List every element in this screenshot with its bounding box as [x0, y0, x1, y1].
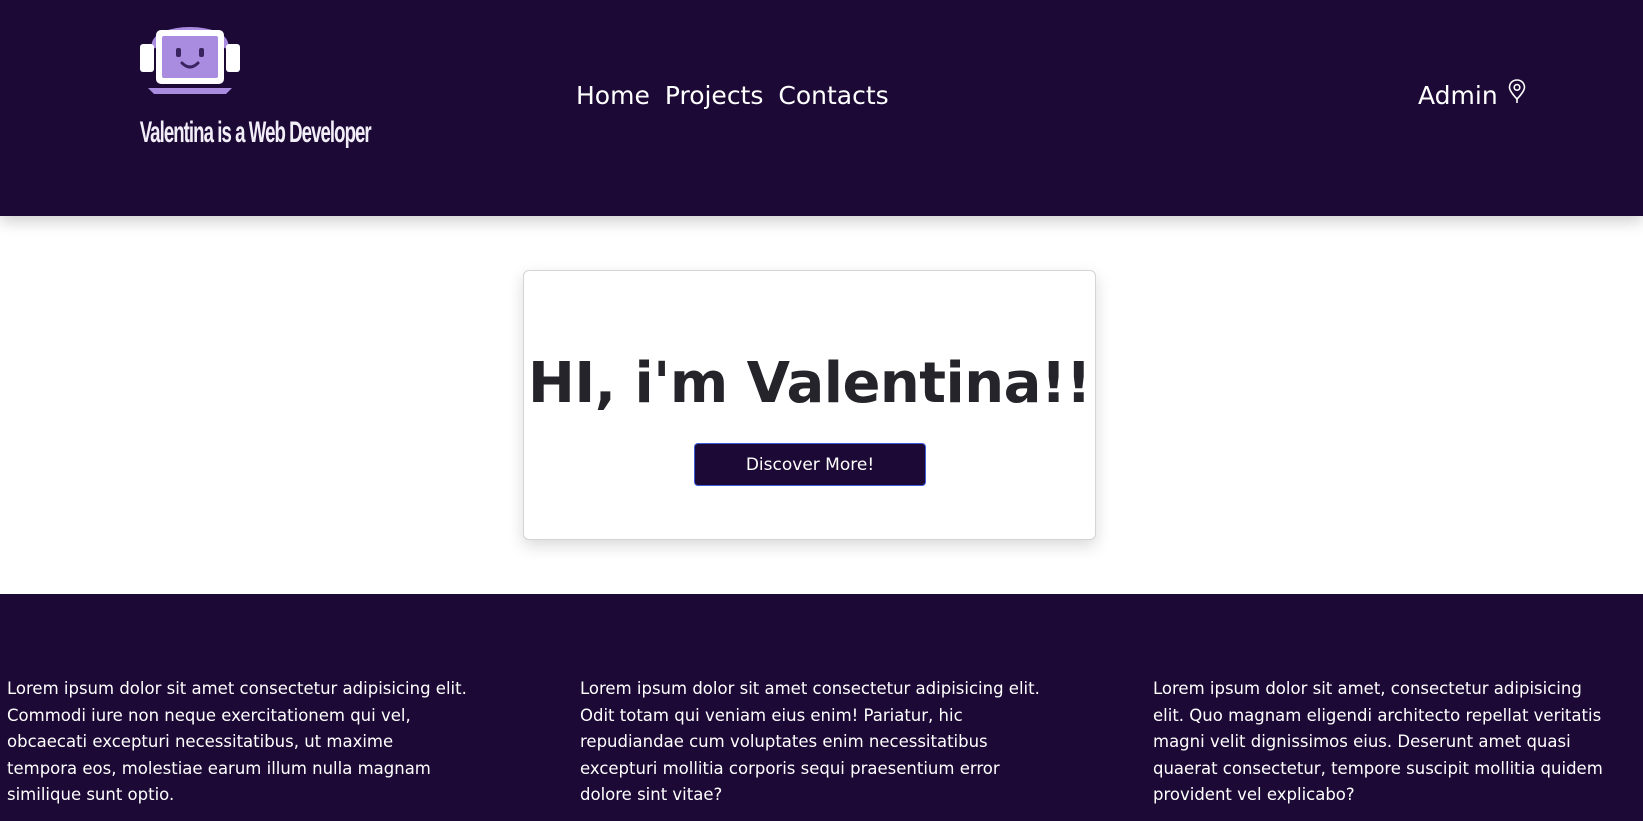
discover-more-button[interactable]: Discover More! — [694, 443, 926, 486]
nav-contacts-link[interactable]: Contacts — [778, 76, 888, 116]
site-footer: Lorem ipsum dolor sit amet consectetur a… — [0, 594, 1643, 821]
hero-title: HI, i'm Valentina!! — [528, 351, 1091, 416]
nav-home-link[interactable]: Home — [576, 76, 650, 116]
site-header: Valentina is a Web Developer Home Projec… — [0, 0, 1643, 216]
nav-projects-link[interactable]: Projects — [665, 76, 764, 116]
site-logo[interactable]: Valentina is a Web Developer — [100, 16, 372, 166]
admin-label: Admin — [1418, 81, 1498, 110]
main-nav: Home Projects Contacts — [576, 76, 904, 116]
logo-text: Valentina is a Web Developer — [139, 116, 372, 149]
laptop-headphones-smiley-icon — [140, 27, 240, 94]
page: Valentina is a Web Developer Home Projec… — [0, 0, 1643, 821]
map-pin-icon — [1508, 79, 1525, 103]
footer-column-2: Lorem ipsum dolor sit amet consectetur a… — [580, 679, 1040, 804]
admin-link[interactable]: Admin — [1418, 76, 1528, 116]
footer-column-1: Lorem ipsum dolor sit amet consectetur a… — [7, 679, 467, 804]
hero-section: HI, i'm Valentina!! Discover More! — [0, 216, 1643, 594]
hero-card: HI, i'm Valentina!! Discover More! — [523, 270, 1096, 540]
footer-column-3: Lorem ipsum dolor sit amet, consectetur … — [1153, 679, 1603, 804]
